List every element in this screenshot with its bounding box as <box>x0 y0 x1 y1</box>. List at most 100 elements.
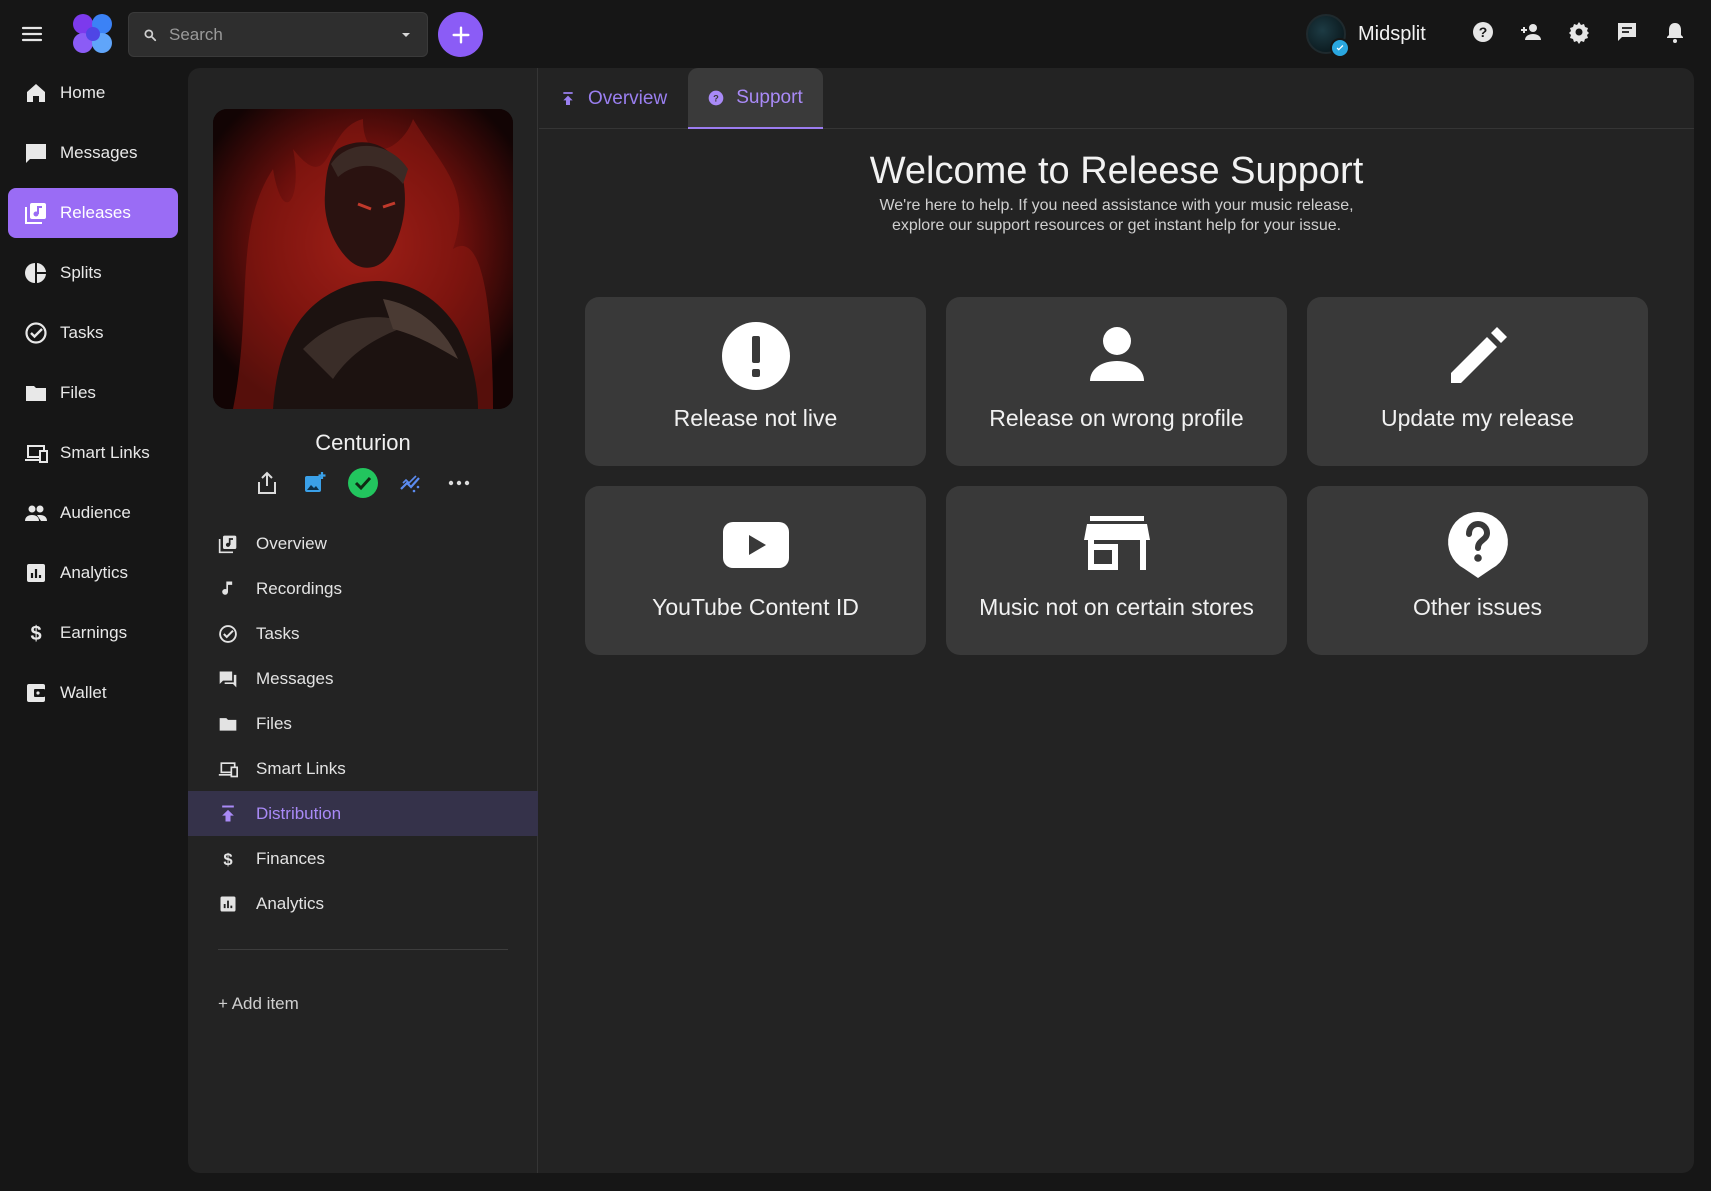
sidebar-item-label: Releases <box>60 203 131 222</box>
sidebar-item-label: Wallet <box>60 683 107 702</box>
home-icon <box>24 81 48 105</box>
wallet-icon <box>24 681 48 705</box>
question-icon <box>1443 510 1513 580</box>
sidebar-item-label: Files <box>60 383 96 402</box>
support-card-label: Update my release <box>1380 405 1575 431</box>
sidebar-item-label: Smart Links <box>60 443 150 462</box>
share-button[interactable] <box>252 466 282 500</box>
sidebar-item-files[interactable]: Files <box>8 368 178 418</box>
tab-support[interactable]: ? Support <box>688 68 823 129</box>
tab-label: Support <box>736 86 803 108</box>
pie-chart-icon <box>24 261 48 285</box>
bell-icon[interactable] <box>1663 20 1687 44</box>
release-menu: Overview Recordings Tasks Messages Files… <box>188 521 538 926</box>
release-menu-label: Overview <box>256 533 327 553</box>
support-card-update-release[interactable]: Update my release <box>1307 297 1648 466</box>
release-menu-tasks[interactable]: Tasks <box>188 611 538 656</box>
gear-icon[interactable] <box>1567 20 1591 44</box>
release-menu-label: Finances <box>256 848 325 868</box>
sidebar-item-messages[interactable]: Messages <box>8 128 178 178</box>
release-menu-label: Distribution <box>256 803 342 823</box>
sidebar-item-home[interactable]: Home <box>8 68 178 118</box>
sidebar-item-analytics[interactable]: Analytics <box>8 548 178 598</box>
chat-bubble-icon <box>24 141 48 165</box>
release-menu-messages[interactable]: Messages <box>188 656 538 701</box>
support-card-youtube-content-id[interactable]: YouTube Content ID <box>585 486 926 655</box>
alert-circle-icon <box>721 321 791 391</box>
support-card-release-not-live[interactable]: Release not live <box>585 297 926 466</box>
sidebar-item-label: Audience <box>60 503 131 522</box>
release-menu-label: Recordings <box>256 578 342 598</box>
release-menu-analytics[interactable]: Analytics <box>188 881 538 926</box>
release-menu-label: Analytics <box>256 893 325 913</box>
tab-overview[interactable]: Overview <box>539 68 688 129</box>
sidebar-item-label: Tasks <box>60 323 104 342</box>
sidebar-item-smart-links[interactable]: Smart Links <box>8 428 178 478</box>
check-circle-icon <box>24 321 48 345</box>
user-profile[interactable]: Midsplit <box>1306 12 1426 58</box>
search-input[interactable] <box>169 24 390 45</box>
support-card-stores[interactable]: Music not on certain stores <box>946 486 1287 655</box>
insights-button[interactable] <box>396 466 426 500</box>
status-approved-button[interactable] <box>348 466 378 500</box>
release-menu-files[interactable]: Files <box>188 701 538 746</box>
app-logo[interactable] <box>70 12 116 56</box>
search-box[interactable] <box>128 12 428 57</box>
release-menu-overview[interactable]: Overview <box>188 521 538 566</box>
devices-icon <box>218 759 238 779</box>
store-icon <box>1082 510 1152 580</box>
sidebar-item-audience[interactable]: Audience <box>8 488 178 538</box>
more-horizontal-icon <box>448 480 470 486</box>
sidebar-item-label: Analytics <box>60 563 129 582</box>
support-card-wrong-profile[interactable]: Release on wrong profile <box>946 297 1287 466</box>
chat-icon[interactable] <box>1615 20 1639 44</box>
user-name: Midsplit <box>1358 23 1426 45</box>
check-circle-icon <box>218 624 238 644</box>
plus-icon <box>450 24 472 46</box>
release-cover-art[interactable] <box>213 109 513 409</box>
support-card-other-issues[interactable]: Other issues <box>1307 486 1648 655</box>
page-description: We're here to help. If you need assistan… <box>879 197 1354 234</box>
sidebar-item-wallet[interactable]: Wallet <box>8 668 178 718</box>
support-content: Overview ? Support Welcome to Releese Su… <box>539 68 1694 1173</box>
tab-bar: Overview ? Support <box>539 68 1694 129</box>
dollar-icon: $ <box>24 621 48 645</box>
release-menu-smart-links[interactable]: Smart Links <box>188 746 538 791</box>
add-image-button[interactable] <box>300 466 330 500</box>
sidebar-item-releases[interactable]: Releases <box>8 188 178 238</box>
release-menu-finances[interactable]: $ Finances <box>188 836 538 881</box>
release-menu-distribution[interactable]: Distribution <box>188 791 538 836</box>
release-menu-label: Smart Links <box>256 758 346 778</box>
trending-icon <box>399 471 423 495</box>
share-icon <box>256 471 278 495</box>
release-menu-recordings[interactable]: Recordings <box>188 566 538 611</box>
forum-icon <box>218 669 238 689</box>
bar-chart-icon <box>24 561 48 585</box>
folder-icon <box>218 714 238 734</box>
release-title: Centurion <box>315 430 411 455</box>
release-menu-label: Files <box>256 713 292 733</box>
search-icon <box>143 28 157 42</box>
release-menu-label: Tasks <box>256 623 300 643</box>
support-card-grid: Release not live Release on wrong profil… <box>585 297 1648 655</box>
sidebar-item-splits[interactable]: Splits <box>8 248 178 298</box>
sidebar-item-tasks[interactable]: Tasks <box>8 308 178 358</box>
sidebar-item-label: Splits <box>60 263 102 282</box>
add-item-button[interactable]: + Add item <box>218 994 299 1014</box>
help-icon[interactable]: ? <box>1471 20 1495 44</box>
folder-icon <box>24 381 48 405</box>
people-icon <box>24 501 48 525</box>
releases-icon <box>218 534 238 554</box>
menu-icon[interactable] <box>20 22 44 46</box>
sidebar: Home Messages Releases Splits Tasks File… <box>0 68 188 728</box>
release-menu-label: Messages <box>256 668 334 688</box>
chevron-down-icon[interactable] <box>398 27 414 43</box>
top-icon-group: ? <box>1471 20 1687 44</box>
music-note-icon <box>218 579 238 599</box>
releases-icon <box>24 201 48 225</box>
create-button[interactable] <box>438 12 483 57</box>
more-options-button[interactable] <box>444 466 474 500</box>
add-user-icon[interactable] <box>1519 20 1543 44</box>
svg-text:$: $ <box>223 849 233 868</box>
sidebar-item-earnings[interactable]: $ Earnings <box>8 608 178 658</box>
